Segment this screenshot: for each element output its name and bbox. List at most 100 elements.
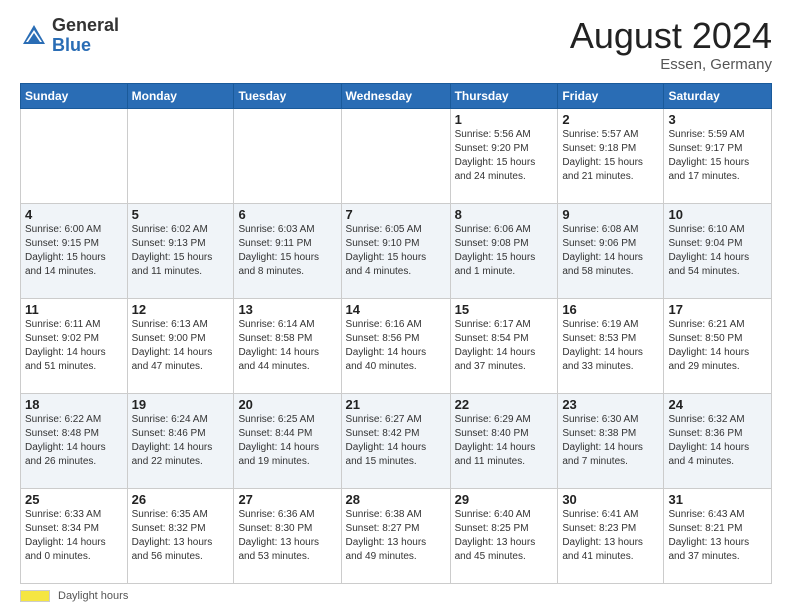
day-number: 30 xyxy=(562,492,659,507)
day-number: 27 xyxy=(238,492,336,507)
day-info: Sunrise: 6:43 AMSunset: 8:21 PMDaylight:… xyxy=(668,508,767,564)
day-number: 6 xyxy=(238,207,336,222)
day-info: Sunrise: 6:30 AMSunset: 8:38 PMDaylight:… xyxy=(562,413,659,469)
day-number: 11 xyxy=(25,302,123,317)
day-number: 15 xyxy=(455,302,554,317)
daylight-bar-icon xyxy=(20,590,50,602)
calendar-cell xyxy=(341,108,450,203)
day-number: 28 xyxy=(346,492,446,507)
weekday-header-saturday: Saturday xyxy=(664,83,772,108)
calendar-cell: 11Sunrise: 6:11 AMSunset: 9:02 PMDayligh… xyxy=(21,298,128,393)
weekday-header-tuesday: Tuesday xyxy=(234,83,341,108)
day-info: Sunrise: 6:41 AMSunset: 8:23 PMDaylight:… xyxy=(562,508,659,564)
calendar-cell: 13Sunrise: 6:14 AMSunset: 8:58 PMDayligh… xyxy=(234,298,341,393)
month-year: August 2024 xyxy=(570,16,772,56)
day-number: 8 xyxy=(455,207,554,222)
calendar-cell: 26Sunrise: 6:35 AMSunset: 8:32 PMDayligh… xyxy=(127,488,234,583)
day-info: Sunrise: 6:38 AMSunset: 8:27 PMDaylight:… xyxy=(346,508,446,564)
weekday-header-sunday: Sunday xyxy=(21,83,128,108)
day-info: Sunrise: 6:36 AMSunset: 8:30 PMDaylight:… xyxy=(238,508,336,564)
calendar-cell: 22Sunrise: 6:29 AMSunset: 8:40 PMDayligh… xyxy=(450,393,558,488)
calendar-cell: 17Sunrise: 6:21 AMSunset: 8:50 PMDayligh… xyxy=(664,298,772,393)
day-info: Sunrise: 6:11 AMSunset: 9:02 PMDaylight:… xyxy=(25,318,123,374)
calendar-cell: 14Sunrise: 6:16 AMSunset: 8:56 PMDayligh… xyxy=(341,298,450,393)
calendar-cell: 15Sunrise: 6:17 AMSunset: 8:54 PMDayligh… xyxy=(450,298,558,393)
calendar-cell: 27Sunrise: 6:36 AMSunset: 8:30 PMDayligh… xyxy=(234,488,341,583)
calendar-cell: 10Sunrise: 6:10 AMSunset: 9:04 PMDayligh… xyxy=(664,203,772,298)
day-number: 17 xyxy=(668,302,767,317)
day-number: 12 xyxy=(132,302,230,317)
title-block: August 2024 Essen, Germany xyxy=(570,16,772,73)
day-info: Sunrise: 6:05 AMSunset: 9:10 PMDaylight:… xyxy=(346,223,446,279)
day-info: Sunrise: 6:13 AMSunset: 9:00 PMDaylight:… xyxy=(132,318,230,374)
day-number: 20 xyxy=(238,397,336,412)
day-info: Sunrise: 6:19 AMSunset: 8:53 PMDaylight:… xyxy=(562,318,659,374)
day-info: Sunrise: 5:57 AMSunset: 9:18 PMDaylight:… xyxy=(562,128,659,184)
day-info: Sunrise: 6:33 AMSunset: 8:34 PMDaylight:… xyxy=(25,508,123,564)
day-info: Sunrise: 6:16 AMSunset: 8:56 PMDaylight:… xyxy=(346,318,446,374)
day-number: 4 xyxy=(25,207,123,222)
calendar-cell: 30Sunrise: 6:41 AMSunset: 8:23 PMDayligh… xyxy=(558,488,664,583)
calendar-cell: 12Sunrise: 6:13 AMSunset: 9:00 PMDayligh… xyxy=(127,298,234,393)
week-row-3: 11Sunrise: 6:11 AMSunset: 9:02 PMDayligh… xyxy=(21,298,772,393)
weekday-header-thursday: Thursday xyxy=(450,83,558,108)
day-number: 19 xyxy=(132,397,230,412)
day-number: 2 xyxy=(562,112,659,127)
calendar-cell: 4Sunrise: 6:00 AMSunset: 9:15 PMDaylight… xyxy=(21,203,128,298)
calendar-cell: 23Sunrise: 6:30 AMSunset: 8:38 PMDayligh… xyxy=(558,393,664,488)
day-number: 22 xyxy=(455,397,554,412)
day-number: 24 xyxy=(668,397,767,412)
footer: Daylight hours xyxy=(20,590,772,602)
day-info: Sunrise: 6:08 AMSunset: 9:06 PMDaylight:… xyxy=(562,223,659,279)
day-number: 29 xyxy=(455,492,554,507)
day-info: Sunrise: 6:40 AMSunset: 8:25 PMDaylight:… xyxy=(455,508,554,564)
day-number: 21 xyxy=(346,397,446,412)
day-info: Sunrise: 6:00 AMSunset: 9:15 PMDaylight:… xyxy=(25,223,123,279)
calendar-cell xyxy=(234,108,341,203)
calendar-cell: 16Sunrise: 6:19 AMSunset: 8:53 PMDayligh… xyxy=(558,298,664,393)
day-number: 26 xyxy=(132,492,230,507)
calendar-cell: 8Sunrise: 6:06 AMSunset: 9:08 PMDaylight… xyxy=(450,203,558,298)
calendar-cell xyxy=(127,108,234,203)
calendar-cell: 2Sunrise: 5:57 AMSunset: 9:18 PMDaylight… xyxy=(558,108,664,203)
day-number: 23 xyxy=(562,397,659,412)
week-row-1: 1Sunrise: 5:56 AMSunset: 9:20 PMDaylight… xyxy=(21,108,772,203)
calendar-cell: 20Sunrise: 6:25 AMSunset: 8:44 PMDayligh… xyxy=(234,393,341,488)
week-row-5: 25Sunrise: 6:33 AMSunset: 8:34 PMDayligh… xyxy=(21,488,772,583)
day-number: 10 xyxy=(668,207,767,222)
calendar-cell: 7Sunrise: 6:05 AMSunset: 9:10 PMDaylight… xyxy=(341,203,450,298)
day-number: 14 xyxy=(346,302,446,317)
day-info: Sunrise: 6:06 AMSunset: 9:08 PMDaylight:… xyxy=(455,223,554,279)
daylight-label: Daylight hours xyxy=(58,590,128,602)
header: General Blue August 2024 Essen, Germany xyxy=(20,16,772,73)
calendar-cell: 21Sunrise: 6:27 AMSunset: 8:42 PMDayligh… xyxy=(341,393,450,488)
calendar-table: SundayMondayTuesdayWednesdayThursdayFrid… xyxy=(20,83,772,584)
day-number: 9 xyxy=(562,207,659,222)
day-info: Sunrise: 5:56 AMSunset: 9:20 PMDaylight:… xyxy=(455,128,554,184)
weekday-header-row: SundayMondayTuesdayWednesdayThursdayFrid… xyxy=(21,83,772,108)
day-info: Sunrise: 6:24 AMSunset: 8:46 PMDaylight:… xyxy=(132,413,230,469)
day-number: 31 xyxy=(668,492,767,507)
logo: General Blue xyxy=(20,16,119,56)
day-info: Sunrise: 6:22 AMSunset: 8:48 PMDaylight:… xyxy=(25,413,123,469)
day-number: 16 xyxy=(562,302,659,317)
day-info: Sunrise: 5:59 AMSunset: 9:17 PMDaylight:… xyxy=(668,128,767,184)
day-info: Sunrise: 6:25 AMSunset: 8:44 PMDaylight:… xyxy=(238,413,336,469)
calendar-cell: 5Sunrise: 6:02 AMSunset: 9:13 PMDaylight… xyxy=(127,203,234,298)
week-row-2: 4Sunrise: 6:00 AMSunset: 9:15 PMDaylight… xyxy=(21,203,772,298)
weekday-header-wednesday: Wednesday xyxy=(341,83,450,108)
calendar-cell: 9Sunrise: 6:08 AMSunset: 9:06 PMDaylight… xyxy=(558,203,664,298)
week-row-4: 18Sunrise: 6:22 AMSunset: 8:48 PMDayligh… xyxy=(21,393,772,488)
page: General Blue August 2024 Essen, Germany … xyxy=(0,0,792,612)
day-number: 7 xyxy=(346,207,446,222)
calendar-cell: 3Sunrise: 5:59 AMSunset: 9:17 PMDaylight… xyxy=(664,108,772,203)
calendar-cell: 24Sunrise: 6:32 AMSunset: 8:36 PMDayligh… xyxy=(664,393,772,488)
calendar-cell: 25Sunrise: 6:33 AMSunset: 8:34 PMDayligh… xyxy=(21,488,128,583)
calendar-cell: 6Sunrise: 6:03 AMSunset: 9:11 PMDaylight… xyxy=(234,203,341,298)
calendar-cell: 1Sunrise: 5:56 AMSunset: 9:20 PMDaylight… xyxy=(450,108,558,203)
weekday-header-friday: Friday xyxy=(558,83,664,108)
day-info: Sunrise: 6:02 AMSunset: 9:13 PMDaylight:… xyxy=(132,223,230,279)
logo-blue-text: Blue xyxy=(52,35,91,55)
calendar-cell: 19Sunrise: 6:24 AMSunset: 8:46 PMDayligh… xyxy=(127,393,234,488)
day-info: Sunrise: 6:21 AMSunset: 8:50 PMDaylight:… xyxy=(668,318,767,374)
